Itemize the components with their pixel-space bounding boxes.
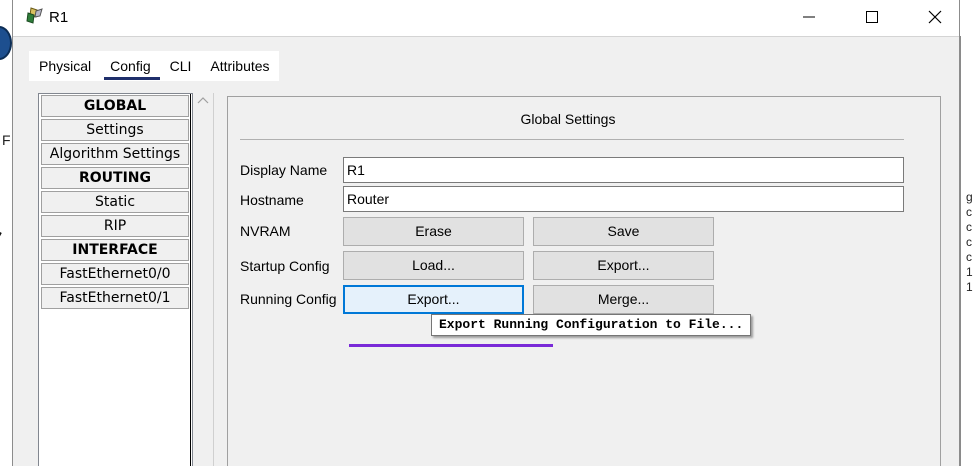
tab-label: Config xyxy=(110,58,151,74)
erase-button[interactable]: Erase xyxy=(343,217,524,246)
display-name-label: Display Name xyxy=(240,162,328,178)
maximize-icon xyxy=(866,11,878,23)
global-settings-panel: Global Settings Display Name R1 Hostname… xyxy=(227,96,941,466)
sidebar-item-rip[interactable]: RIP xyxy=(41,215,189,237)
background-text: F xyxy=(2,132,11,148)
divider xyxy=(240,139,904,140)
hostname-label: Hostname xyxy=(240,192,304,208)
startup-config-label: Startup Config xyxy=(240,258,330,274)
title-bar[interactable]: R1 xyxy=(13,0,959,36)
display-name-field[interactable]: R1 xyxy=(343,157,904,183)
tab-attributes[interactable]: Attributes xyxy=(200,51,278,81)
list-header-interface: INTERFACE xyxy=(41,239,189,261)
background-device-icon xyxy=(0,26,12,60)
window-title: R1 xyxy=(49,9,69,26)
background-link-line xyxy=(0,232,2,262)
close-icon xyxy=(928,10,942,24)
list-header-routing: ROUTING xyxy=(41,167,189,189)
close-button[interactable] xyxy=(904,0,966,34)
list-header-global: GLOBAL xyxy=(41,95,189,117)
annotation-underline xyxy=(349,344,553,347)
background-text-fragment: g c c c c 1 1 xyxy=(966,190,973,294)
router-config-window: R1 Physical Config CLI Attributes GLOBAL… xyxy=(12,0,960,466)
minimize-button[interactable] xyxy=(778,0,840,34)
chevron-up-icon[interactable] xyxy=(197,95,209,105)
background-window-left-edge: F xyxy=(0,0,12,466)
export-startup-config-button[interactable]: Export... xyxy=(533,251,714,280)
router-config-icon xyxy=(26,7,43,24)
sidebar-item-algorithm-settings[interactable]: Algorithm Settings xyxy=(41,143,189,165)
sidebar-item-fastethernet0-1[interactable]: FastEthernet0/1 xyxy=(41,287,189,309)
window-client-area: Physical Config CLI Attributes GLOBAL Se… xyxy=(13,36,959,466)
export-tooltip: Export Running Configuration to File... xyxy=(431,314,752,336)
sidebar-item-settings[interactable]: Settings xyxy=(41,119,189,141)
sidebar-item-fastethernet0-0[interactable]: FastEthernet0/0 xyxy=(41,263,189,285)
panel-title: Global Settings xyxy=(228,111,940,127)
nav-list-scrollbar[interactable] xyxy=(193,93,214,466)
minimize-icon xyxy=(803,16,815,18)
export-running-config-button[interactable]: Export... xyxy=(343,285,524,314)
tab-label: Attributes xyxy=(210,58,270,74)
tab-cli[interactable]: CLI xyxy=(160,51,201,81)
load-startup-config-button[interactable]: Load... xyxy=(343,251,524,280)
sidebar-item-static[interactable]: Static xyxy=(41,191,189,213)
tab-label: Physical xyxy=(39,58,92,74)
tab-config[interactable]: Config xyxy=(100,51,160,81)
tab-strip: Physical Config CLI Attributes xyxy=(29,51,279,81)
merge-running-config-button[interactable]: Merge... xyxy=(533,285,714,314)
settings-nav-list: GLOBAL Settings Algorithm Settings ROUTI… xyxy=(38,93,193,466)
tab-physical[interactable]: Physical xyxy=(29,51,100,81)
tab-label: CLI xyxy=(169,58,192,74)
nvram-label: NVRAM xyxy=(240,223,291,239)
active-tab-underline xyxy=(104,77,160,80)
settings-nav-list-inner: GLOBAL Settings Algorithm Settings ROUTI… xyxy=(39,94,191,466)
save-button[interactable]: Save xyxy=(533,217,714,246)
running-config-label: Running Config xyxy=(240,291,337,307)
panel-title-text: Global Settings xyxy=(520,111,616,127)
hostname-field[interactable]: Router xyxy=(343,186,904,212)
maximize-button[interactable] xyxy=(841,0,903,34)
